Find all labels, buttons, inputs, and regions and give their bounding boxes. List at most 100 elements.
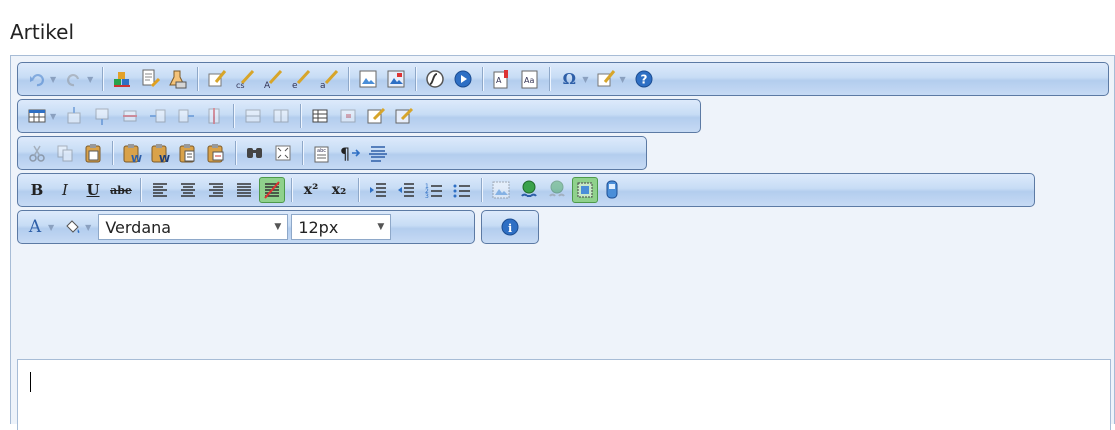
table-wizard-icon[interactable] [391,103,417,129]
image-map-icon[interactable] [383,66,409,92]
separator [415,67,417,91]
insert-row-above-icon[interactable] [61,103,87,129]
cut-icon[interactable] [24,140,50,166]
horizontal-rule-icon[interactable] [365,140,391,166]
chevron-down-icon: ▼ [274,222,282,232]
insert-column-right-icon[interactable] [173,103,199,129]
table-properties-icon[interactable] [307,103,333,129]
delete-column-icon[interactable] [201,103,227,129]
bold-button[interactable]: B [24,177,50,203]
justify-icon[interactable] [231,177,257,203]
svg-text:A: A [264,81,271,90]
separator [481,178,482,202]
about-icon[interactable]: i [497,214,523,240]
separator [302,141,303,165]
align-right-icon[interactable] [203,177,229,203]
svg-text:a: a [320,81,326,90]
cell-properties-icon[interactable] [335,103,361,129]
remove-link-icon[interactable] [544,177,570,203]
indent-icon[interactable] [365,177,391,203]
copy-icon[interactable] [52,140,78,166]
hyperlink-manager-icon[interactable] [516,177,542,203]
edit-table-icon[interactable] [363,103,389,129]
spellcheck-icon[interactable] [137,66,163,92]
outdent-icon[interactable] [393,177,419,203]
svg-text:A: A [496,76,502,85]
style-brush-2-icon[interactable]: cs [232,66,258,92]
toolbar-formatting: B I U abe x² x₂ 123 [17,173,1035,207]
svg-text:i: i [508,222,512,235]
custom-links-dropdown-icon[interactable]: ▼ [619,75,625,84]
paste-from-word-strip-icon[interactable]: W [147,140,173,166]
find-replace-icon[interactable] [242,140,268,166]
justify-none-icon[interactable] [259,177,285,203]
insert-symbol-icon[interactable]: Ω [556,66,582,92]
style-brush-4-icon[interactable]: e [288,66,314,92]
undo-icon[interactable] [24,66,50,92]
spell-checker-icon[interactable]: abc [309,140,335,166]
toolbar-row-5: A ▼ ▼ Verdana ▼ 12px ▼ i [17,210,539,244]
redo-dropdown-icon[interactable]: ▼ [87,75,93,84]
custom-links-icon[interactable] [593,66,619,92]
font-size-select[interactable]: 12px ▼ [291,214,392,240]
separator [233,104,235,128]
module-manager-icon[interactable] [109,66,135,92]
toolbar-row-1: ▼ ▼ cs A e a A Aa Ω ▼ ▼ ? [17,62,1109,96]
underline-button[interactable]: U [80,177,106,203]
svg-text:¶: ¶ [340,144,350,163]
toolbar-row-3: W W abc ¶ [17,136,647,170]
template-manager-icon[interactable]: Aa [517,66,543,92]
format-stripper-icon[interactable] [165,66,191,92]
insert-symbol-dropdown-icon[interactable]: ▼ [582,75,588,84]
italic-button[interactable]: I [52,177,78,203]
subscript-button[interactable]: x₂ [326,177,352,203]
paste-from-word-icon[interactable]: W [119,140,145,166]
split-cell-icon[interactable] [268,103,294,129]
toggle-table-border-icon[interactable] [572,177,598,203]
paste-icon[interactable] [80,140,106,166]
font-color-button[interactable]: A [22,214,48,240]
rich-text-editor: ▼ ▼ cs A e a A Aa Ω ▼ ▼ ? ▼ W W abc ¶ B … [10,55,1115,430]
background-color-dropdown-icon[interactable]: ▼ [85,223,91,232]
superscript-label: x² [303,182,319,198]
separator [549,67,551,91]
insert-table-icon[interactable] [24,103,50,129]
superscript-button[interactable]: x² [298,177,324,203]
document-manager-icon[interactable]: A [489,66,515,92]
paste-plain-text-icon[interactable] [175,140,201,166]
insert-row-below-icon[interactable] [89,103,115,129]
bulleted-list-icon[interactable] [449,177,475,203]
insert-table-dropdown-icon[interactable]: ▼ [50,112,56,121]
toolbar-fonts: A ▼ ▼ Verdana ▼ 12px ▼ [17,210,475,244]
media-manager-icon[interactable] [450,66,476,92]
svg-text:Aa: Aa [524,76,534,85]
paragraph-mark-icon[interactable]: ¶ [337,140,363,166]
numbered-list-icon[interactable]: 123 [421,177,447,203]
toolbar-clipboard: W W abc ¶ [17,136,647,170]
toggle-fullscreen-icon[interactable] [270,140,296,166]
style-brush-5-icon[interactable]: a [316,66,342,92]
merge-cells-icon[interactable] [240,103,266,129]
svg-text:W: W [159,154,170,164]
svg-text:W: W [131,154,142,164]
help-icon[interactable]: ? [631,66,657,92]
style-brush-1-icon[interactable] [204,66,230,92]
svg-text:abc: abc [317,148,326,154]
background-color-icon[interactable] [59,214,85,240]
align-center-icon[interactable] [175,177,201,203]
font-color-dropdown-icon[interactable]: ▼ [48,223,54,232]
paste-as-html-icon[interactable] [203,140,229,166]
apply-css-class-icon[interactable] [600,177,626,203]
editor-content-area[interactable] [17,359,1111,430]
undo-dropdown-icon[interactable]: ▼ [50,75,56,84]
image-map-editor-icon[interactable] [488,177,514,203]
insert-column-left-icon[interactable] [145,103,171,129]
delete-row-icon[interactable] [117,103,143,129]
redo-icon[interactable] [61,66,87,92]
align-left-icon[interactable] [147,177,173,203]
font-name-select[interactable]: Verdana ▼ [98,214,289,240]
image-manager-icon[interactable] [355,66,381,92]
strikethrough-button[interactable]: abe [108,177,134,203]
flash-manager-icon[interactable] [422,66,448,92]
style-brush-3-icon[interactable]: A [260,66,286,92]
